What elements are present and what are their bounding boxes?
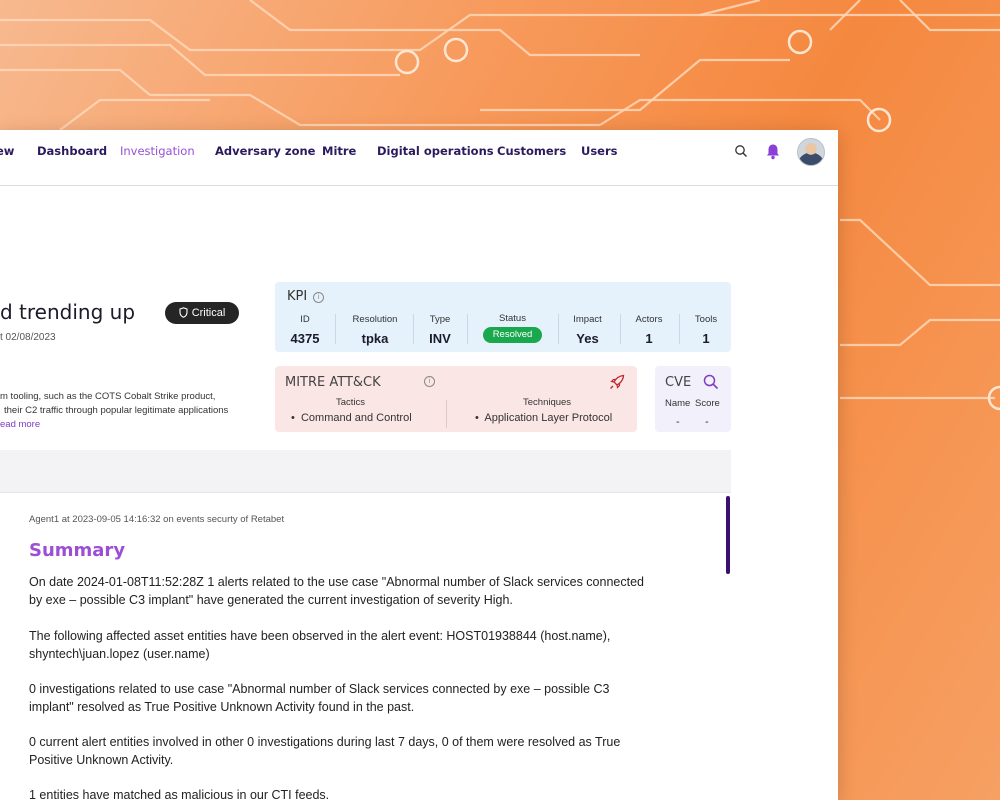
summary-paragraph: 1 entities have matched as malicious in … <box>29 786 709 800</box>
summary-line: by exe – possible C3 implant" have gener… <box>29 593 513 607</box>
nav-item-mitre[interactable]: Mitre <box>322 144 356 158</box>
kpi-type-value: INV <box>429 331 451 346</box>
cve-name-value: - <box>676 416 680 428</box>
kpi-resolution: Resolution tpka <box>343 308 407 348</box>
nav-item-users[interactable]: Users <box>581 144 618 158</box>
tactic-value: Command and Control <box>300 412 412 424</box>
nav-item-dashboard[interactable]: Dashboard <box>37 144 107 158</box>
divider <box>335 314 336 344</box>
cve-title: CVE <box>665 375 692 390</box>
tactic-item: • Command and Control <box>291 412 412 424</box>
info-icon[interactable]: i <box>424 376 435 387</box>
nav-item-investigation[interactable]: Investigation <box>120 144 195 158</box>
cve-score-value: - <box>705 416 709 428</box>
search-icon[interactable] <box>703 374 719 390</box>
summary-meta: Agent1 at 2023-09-05 14:16:32 on events … <box>29 514 285 525</box>
summary-paragraph: 0 investigations related to use case "Ab… <box>29 680 709 716</box>
kpi-id-value: 4375 <box>290 331 320 346</box>
page-title: d trending up <box>0 300 136 324</box>
tactics-label: Tactics <box>336 397 366 408</box>
summary-paragraph: The following affected asset entities ha… <box>29 627 709 663</box>
mitre-title: MITRE ATT&CK <box>285 375 381 390</box>
kpi-title: KPI i <box>287 289 325 304</box>
summary-line: Positive Unknown Activity. <box>29 753 174 767</box>
kpi-impact-label: Impact <box>573 314 602 325</box>
divider <box>413 314 414 344</box>
summary-line: 1 entities have matched as malicious in … <box>29 788 330 800</box>
nav-item-adversary-zone[interactable]: Adversary zone <box>215 144 315 158</box>
severity-label: Critical <box>191 307 226 319</box>
summary-line: On date 2024-01-08T11:52:28Z 1 alerts re… <box>29 575 644 589</box>
top-navigation: ew Dashboard Investigation Adversary zon… <box>0 130 838 186</box>
divider <box>446 400 447 428</box>
technique-item: • Application Layer Protocol <box>475 412 613 424</box>
kpi-impact: Impact Yes <box>565 308 610 348</box>
summary-line: 0 investigations related to use case "Ab… <box>29 682 610 696</box>
summary-line: implant" resolved as True Positive Unkno… <box>29 700 415 714</box>
kpi-resolution-label: Resolution <box>352 314 398 325</box>
investigation-description: m tooling, such as the COTS Cobalt Strik… <box>0 390 228 432</box>
kpi-actors-value: 1 <box>645 331 653 346</box>
app-window: ew Dashboard Investigation Adversary zon… <box>0 130 838 800</box>
divider <box>620 314 621 344</box>
scrollbar-thumb[interactable] <box>726 496 730 574</box>
kpi-status-label: Status <box>499 313 526 324</box>
summary-paragraph: 0 current alert entities involved in oth… <box>29 733 709 769</box>
kpi-resolution-value: tpka <box>361 331 389 346</box>
summary-title: Summary <box>29 540 126 561</box>
technique-value: Application Layer Protocol <box>484 412 613 424</box>
kpi-actors-label: Actors <box>635 314 663 325</box>
shield-icon <box>179 307 188 318</box>
kpi-tools-label: Tools <box>694 314 718 325</box>
kpi-tools-value: 1 <box>702 331 710 346</box>
summary-line: 0 current alert entities involved in oth… <box>29 735 621 749</box>
mitre-card: MITRE ATT&CK i Tactics • Command and Con… <box>275 366 637 432</box>
divider <box>679 314 680 344</box>
kpi-id: ID 4375 <box>285 308 325 348</box>
kpi-impact-value: Yes <box>576 331 599 346</box>
nav-item-customers[interactable]: Customers <box>497 144 566 158</box>
avatar[interactable] <box>797 138 825 166</box>
cve-name-label: Name <box>665 398 691 409</box>
kpi-card: KPI i ID 4375 Resolution tpka Type INV St… <box>275 282 731 352</box>
kpi-type: Type INV <box>420 308 460 348</box>
summary-paragraph: On date 2024-01-08T11:52:28Z 1 alerts re… <box>29 573 709 609</box>
description-line: m tooling, such as the COTS Cobalt Strik… <box>0 391 216 402</box>
search-icon[interactable] <box>734 144 748 158</box>
read-more-link[interactable]: ead more <box>0 419 40 430</box>
cve-score-label: Score <box>695 398 720 409</box>
info-icon[interactable]: i <box>313 292 325 303</box>
severity-badge: Critical <box>165 302 239 324</box>
kpi-type-label: Type <box>429 314 451 325</box>
kpi-id-label: ID <box>300 314 310 325</box>
kpi-actors: Actors 1 <box>627 308 671 348</box>
divider <box>467 314 468 344</box>
divider <box>558 314 559 344</box>
kpi-tools: Tools 1 <box>685 308 727 348</box>
nav-item-digital-operations[interactable]: Digital operations <box>377 144 494 158</box>
investigation-date: t 02/08/2023 <box>0 332 56 343</box>
tab-strip <box>0 450 731 492</box>
summary-line: shyntech\juan.lopez (user.name) <box>29 647 210 661</box>
bell-icon[interactable] <box>765 143 781 160</box>
status-badge: Resolved <box>482 327 543 343</box>
nav-item-overview[interactable]: ew <box>0 144 14 158</box>
kpi-status: Status Resolved <box>475 308 550 348</box>
summary-line: The following affected asset entities ha… <box>29 629 611 643</box>
cve-card: CVE Name Score - - <box>655 366 731 432</box>
description-line: their C2 traffic through popular legitim… <box>4 405 229 416</box>
techniques-label: Techniques <box>523 397 572 408</box>
rocket-icon[interactable] <box>609 374 625 390</box>
kpi-title-text: KPI <box>287 289 308 304</box>
